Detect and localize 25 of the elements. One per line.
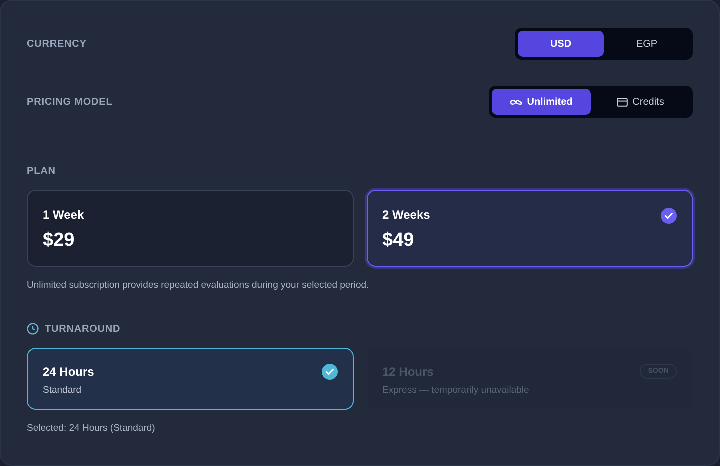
pricing-option[interactable]: Credits	[591, 89, 690, 115]
plan-name: 2 Weeks	[382, 208, 430, 222]
pricing-option[interactable]: Unlimited	[492, 89, 591, 115]
section-label: CURRENCY	[27, 38, 87, 50]
plan-card[interactable]: 2 Weeks $49	[366, 190, 693, 267]
turnaround-name: 24 Hours	[43, 365, 94, 379]
check-icon	[322, 364, 338, 380]
plan-name: 1 Week	[43, 208, 84, 222]
section-label: PRICING MODEL	[27, 96, 113, 108]
check-icon	[661, 208, 677, 224]
currency-option[interactable]: USD	[518, 31, 604, 57]
plan-card[interactable]: 1 Week $29	[27, 190, 354, 267]
infinity-icon	[510, 98, 522, 106]
turnaround-description: Standard	[43, 385, 82, 396]
plan-price: $49	[382, 230, 416, 252]
section-label: TURNAROUND	[45, 324, 121, 334]
clock-icon	[27, 323, 39, 335]
card-icon	[616, 98, 628, 106]
plan-note: Unlimited subscription provides repeated evaluations during your selected period.	[27, 280, 370, 291]
plan-price: $29	[43, 230, 76, 252]
turnaround-description: Express — temporarily unavailable	[382, 385, 530, 396]
selection-summary: Selected: 24 Hours (Standard)	[27, 423, 156, 434]
currency-option[interactable]: EGP	[604, 31, 690, 57]
section-label: PLAN	[27, 166, 56, 177]
turnaround-card[interactable]: 24 Hours Standard	[27, 348, 354, 410]
